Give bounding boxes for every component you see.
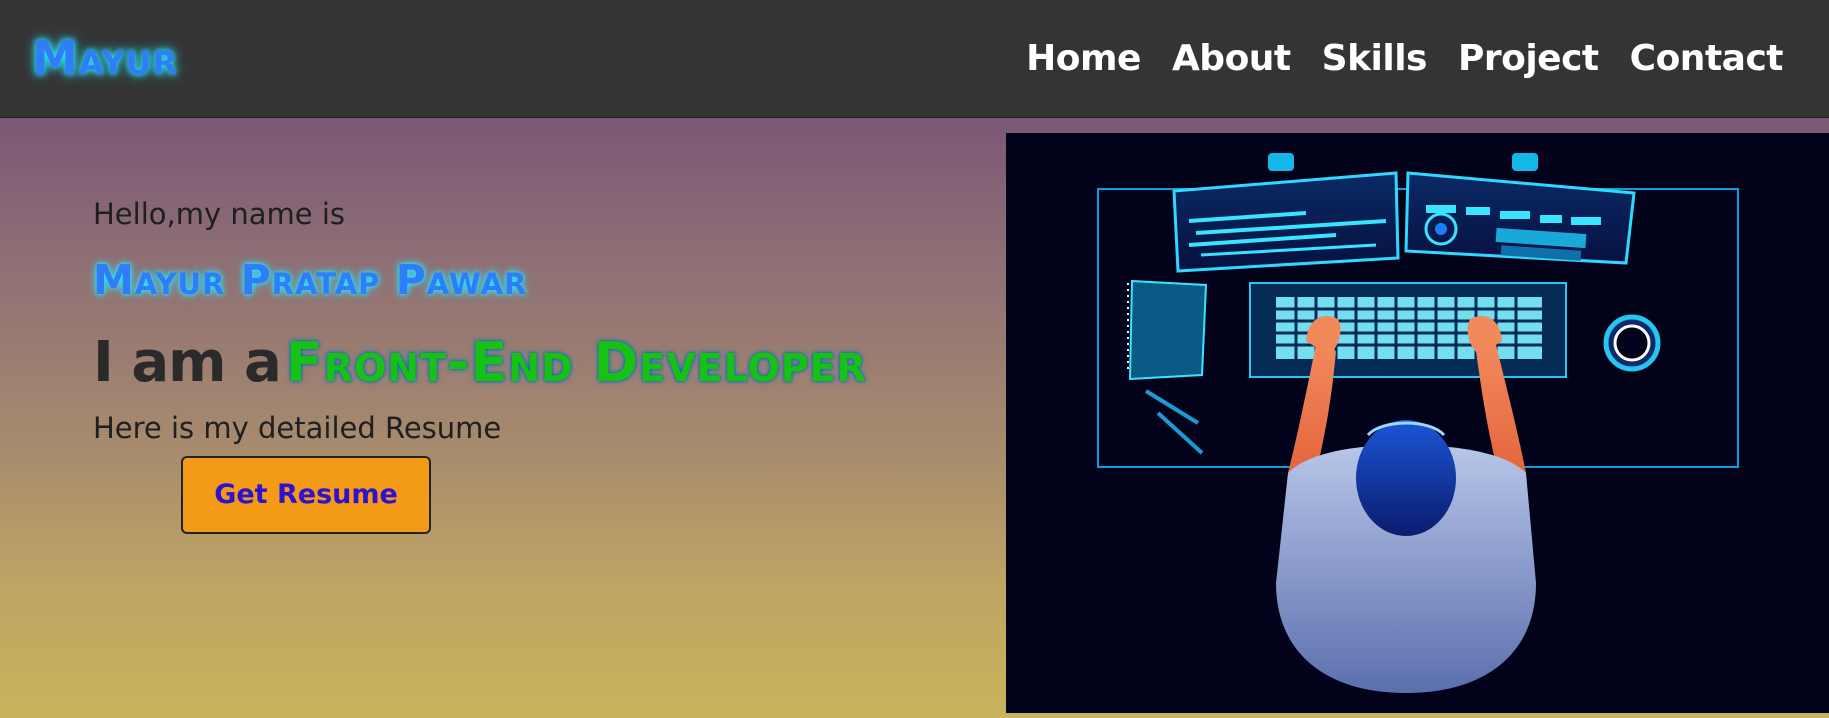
- nav-links: Home About Skills Project Contact: [1026, 34, 1783, 84]
- notebook: [1127, 279, 1208, 381]
- role-line: I am a Front-End Developer: [93, 328, 867, 411]
- get-resume-button[interactable]: Get Resume: [181, 456, 431, 534]
- nav-link-project[interactable]: Project: [1458, 34, 1599, 84]
- nav-link-skills[interactable]: Skills: [1322, 34, 1428, 84]
- cup-icon: [1603, 314, 1661, 372]
- developer-illustration-svg: [1097, 153, 1739, 693]
- left-monitor: [1172, 171, 1400, 273]
- keyboard: [1249, 282, 1567, 378]
- greeting-text: Hello,my name is: [93, 197, 345, 231]
- nav-link-home[interactable]: Home: [1026, 34, 1141, 84]
- person-head: [1356, 420, 1456, 536]
- developer-at-desk-illustration: [1006, 133, 1829, 713]
- portfolio-page: Mayur Home About Skills Project Contact …: [0, 0, 1829, 718]
- nav-link-about[interactable]: About: [1172, 34, 1291, 84]
- navbar: Mayur Home About Skills Project Contact: [0, 0, 1829, 118]
- full-name-heading: Mayur Pratap Pawar: [93, 256, 528, 304]
- role-title: Front-End Developer: [285, 331, 867, 394]
- brand-logo[interactable]: Mayur: [32, 32, 178, 84]
- role-prefix: I am a: [93, 330, 282, 395]
- right-monitor: [1404, 171, 1636, 265]
- resume-text: Here is my detailed Resume: [93, 411, 502, 445]
- nav-link-contact[interactable]: Contact: [1630, 34, 1784, 84]
